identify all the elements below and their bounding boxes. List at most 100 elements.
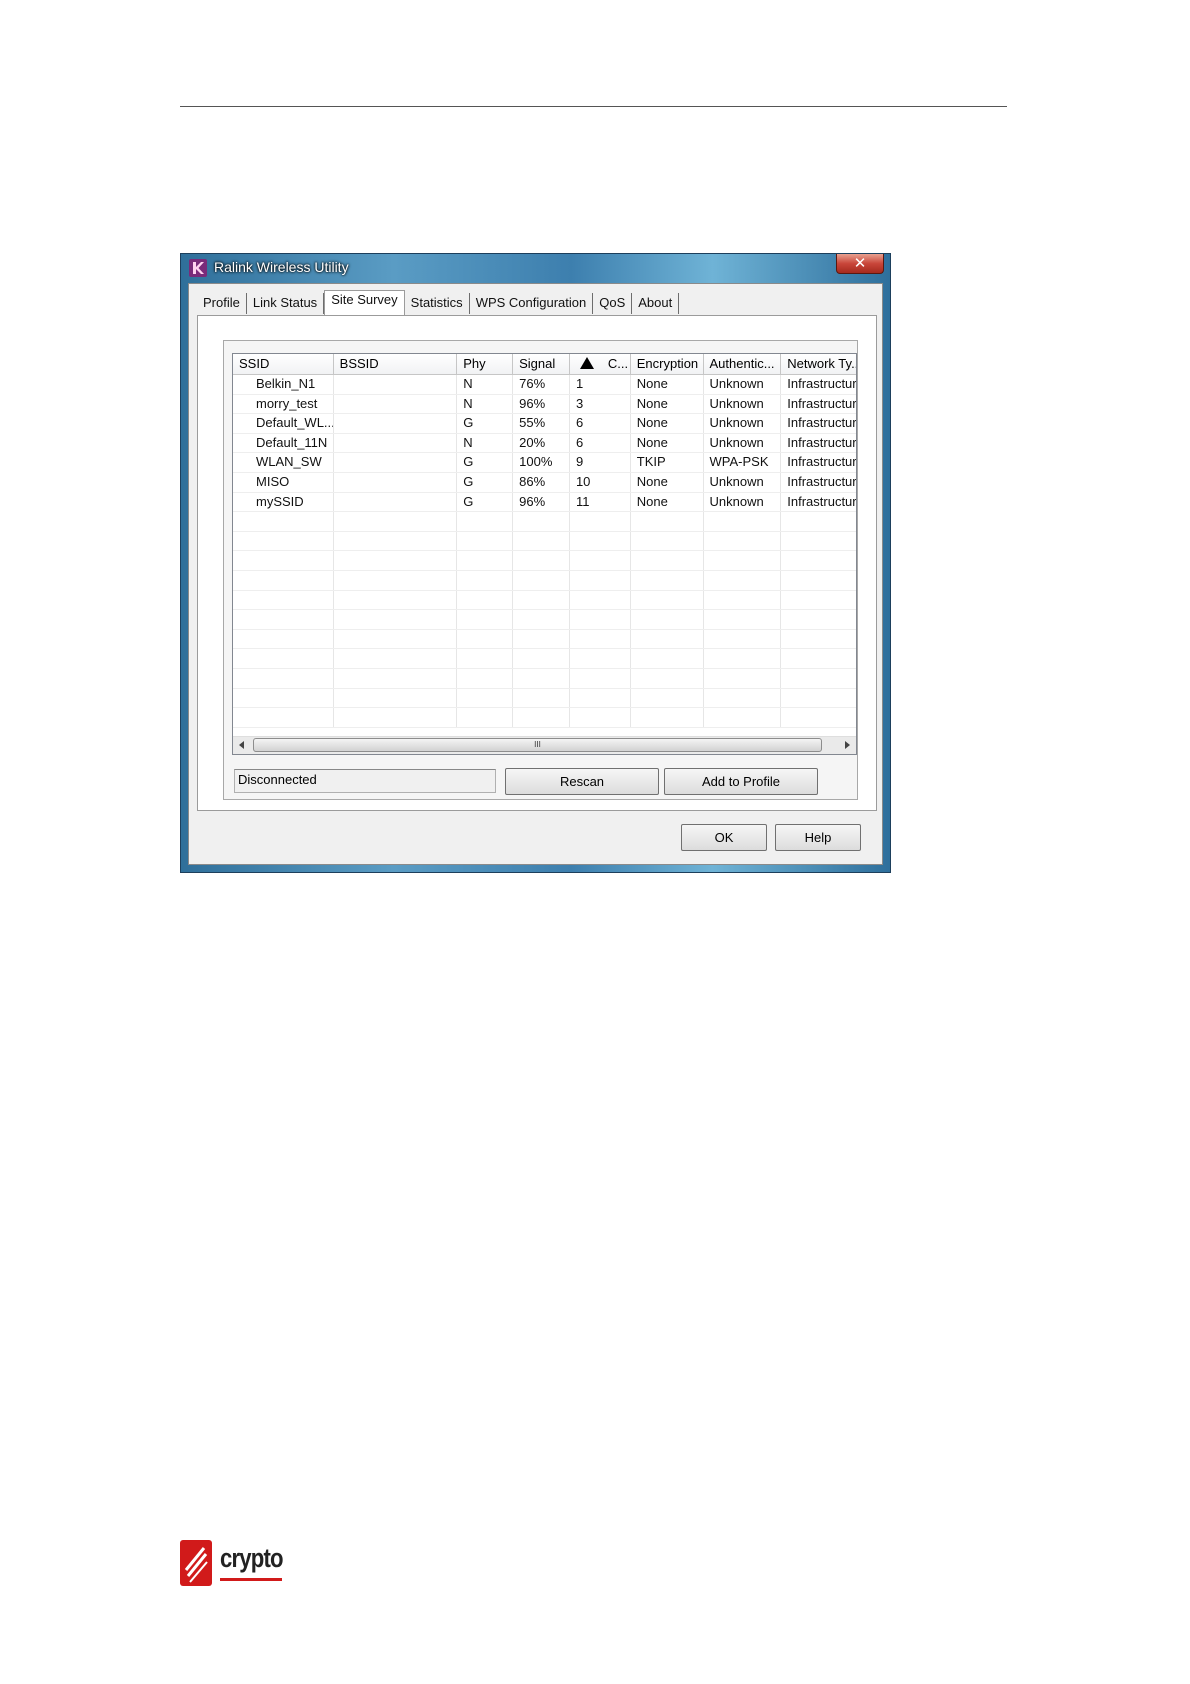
cell-authentication	[704, 531, 782, 551]
cell-encryption	[631, 610, 704, 629]
cell-signal	[513, 668, 570, 688]
cell-ssid: MISO	[233, 472, 334, 492]
tab-qos[interactable]: QoS	[593, 293, 633, 314]
cell-phy	[457, 649, 514, 668]
cell-phy: G	[457, 472, 514, 492]
empty-table-row	[233, 512, 856, 532]
tab-wps-configuration[interactable]: WPS Configuration	[470, 293, 594, 314]
cell-bssid	[334, 590, 458, 610]
ok-button[interactable]: OK	[681, 824, 767, 851]
network-list[interactable]: SSID BSSID Phy Signal C... Encryption Au…	[232, 353, 857, 755]
empty-table-row	[233, 610, 856, 630]
cell-phy	[457, 610, 514, 629]
title-bar[interactable]: Ralink Wireless Utility ✕	[181, 254, 890, 282]
scroll-left-icon[interactable]	[239, 741, 244, 749]
table-row[interactable]: mySSID G96%11NoneUnknown Infrastructure	[233, 492, 856, 513]
tab-link-status[interactable]: Link Status	[247, 293, 325, 314]
tab-site-survey[interactable]: Site Survey	[324, 290, 405, 315]
cell-authentication: Unknown	[704, 472, 782, 492]
horizontal-scrollbar[interactable]: III	[233, 736, 856, 754]
cell-signal: 20%	[513, 433, 570, 453]
site-survey-group: SSID BSSID Phy Signal C... Encryption Au…	[223, 340, 858, 800]
cell-authentication	[704, 629, 782, 649]
cell-bssid	[334, 453, 458, 472]
cell-network-type	[781, 610, 856, 629]
cell-channel: 11	[570, 492, 631, 512]
table-row[interactable]: Default_WL... G 55% 6 None Unknown Infrastruct…	[233, 414, 856, 434]
close-button[interactable]: ✕	[836, 254, 884, 274]
cell-channel	[570, 551, 631, 570]
cell-phy	[457, 688, 514, 708]
cell-encryption	[631, 649, 704, 668]
cell-channel: 10	[570, 472, 631, 492]
cell-bssid	[334, 668, 458, 688]
column-header-network-type[interactable]: Network Ty...	[781, 354, 856, 374]
column-header-encryption[interactable]: Encryption	[631, 354, 704, 374]
cell-channel	[570, 610, 631, 629]
cell-phy	[457, 512, 514, 531]
cell-authentication	[704, 668, 782, 688]
cell-ssid	[233, 629, 334, 649]
table-row[interactable]: MISO G86%10NoneUnknown Infrastructure	[233, 472, 856, 493]
cell-bssid	[334, 531, 458, 551]
cell-bssid	[334, 649, 458, 668]
cell-phy: N	[457, 433, 514, 453]
cell-signal: 86%	[513, 472, 570, 492]
column-header-channel[interactable]: C...	[570, 354, 631, 374]
cell-network-type: Infrastructure	[787, 415, 856, 431]
cell-network-type: Infrastructure	[787, 376, 856, 391]
empty-table-row	[233, 590, 856, 611]
empty-table-row	[233, 551, 856, 571]
cell-phy: N	[457, 375, 514, 394]
cell-channel	[570, 512, 631, 531]
tab-about[interactable]: About	[632, 293, 680, 314]
table-row[interactable]: WLAN_SW G100%9TKIPWPA-PSK Infrastructure	[233, 453, 856, 473]
scroll-thumb[interactable]: III	[253, 738, 822, 752]
cell-channel: 3	[570, 394, 631, 414]
cell-encryption	[631, 708, 704, 727]
empty-table-row	[233, 649, 856, 669]
cell-channel	[570, 570, 631, 590]
cell-channel	[570, 649, 631, 668]
scroll-grip-icon: III	[534, 740, 541, 749]
column-header-signal[interactable]: Signal	[513, 354, 570, 374]
column-header-phy[interactable]: Phy	[457, 354, 514, 374]
close-icon: ✕	[853, 254, 867, 272]
empty-table-row	[233, 629, 856, 650]
cell-ssid	[233, 688, 334, 708]
table-row[interactable]: Belkin_N1 N76%1NoneUnknown Infrastructure	[233, 375, 856, 395]
column-header-authentication[interactable]: Authentic...	[704, 354, 782, 374]
cell-channel: 6	[570, 414, 631, 433]
cell-phy: G	[457, 453, 514, 472]
connection-status-field: Disconnected	[234, 769, 496, 793]
table-row[interactable]: Default_11N N20%6NoneUnknown Infrastructur…	[233, 433, 856, 454]
cell-authentication: Unknown	[704, 414, 782, 433]
cell-ssid: Default_11N	[233, 433, 334, 453]
cell-signal	[513, 649, 570, 668]
cell-phy	[457, 708, 514, 727]
table-row[interactable]: morry_test N96%3NoneUnknown Infrastructure	[233, 394, 856, 415]
cell-bssid	[334, 708, 458, 727]
cell-channel	[570, 668, 631, 688]
column-header-bssid[interactable]: BSSID	[334, 354, 458, 374]
cell-phy	[457, 590, 514, 610]
cell-phy	[457, 668, 514, 688]
scroll-right-icon[interactable]	[845, 741, 850, 749]
cell-network-type: Infrastructure	[787, 434, 856, 450]
add-to-profile-button[interactable]: Add to Profile	[664, 768, 818, 795]
cell-network-type	[781, 689, 856, 708]
column-header-ssid[interactable]: SSID	[233, 354, 334, 374]
cell-network-type	[781, 532, 856, 551]
cell-authentication	[704, 708, 782, 727]
cell-network-type	[781, 708, 856, 727]
help-button[interactable]: Help	[775, 824, 861, 851]
cell-network-type	[781, 649, 856, 668]
tab-statistics[interactable]: Statistics	[405, 293, 470, 314]
empty-table-row	[233, 570, 856, 591]
tab-profile[interactable]: Profile	[197, 293, 247, 314]
rescan-button[interactable]: Rescan	[505, 768, 659, 795]
cell-ssid	[233, 649, 334, 668]
column-header-channel-label: C...	[607, 356, 629, 371]
cell-encryption: None	[631, 394, 704, 414]
crypto-logo-underline	[220, 1578, 282, 1581]
